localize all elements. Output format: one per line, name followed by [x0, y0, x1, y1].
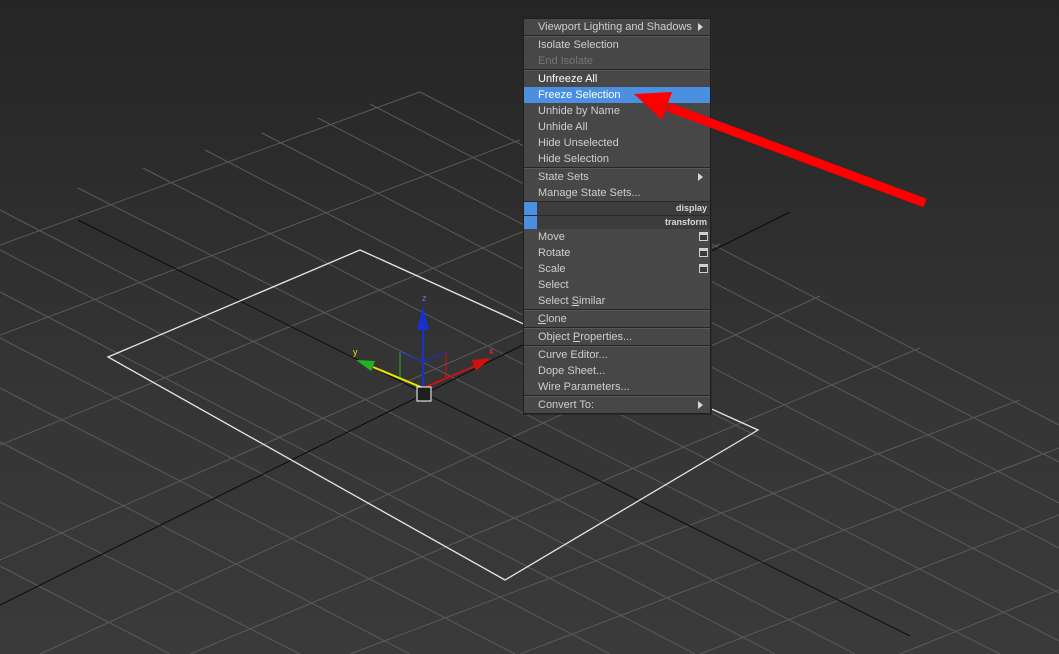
menu-item-scale[interactable]: Scale — [524, 261, 710, 277]
menu-item-curve-editor[interactable]: Curve Editor... — [524, 347, 710, 363]
menu-item-label: Unfreeze All — [538, 73, 598, 85]
menu-item-label: Dope Sheet... — [538, 365, 606, 377]
settings-dialog-icon[interactable] — [699, 232, 708, 241]
menu-item-label: Freeze Selection — [538, 89, 621, 101]
menu-item-label: Hide Selection — [538, 153, 609, 165]
submenu-arrow-icon — [698, 23, 703, 31]
menu-item-dope-sheet[interactable]: Dope Sheet... — [524, 363, 710, 379]
menu-item-move[interactable]: Move — [524, 229, 710, 245]
menu-item-clone[interactable]: Clone — [524, 311, 710, 327]
quad-title-label: display — [675, 203, 707, 213]
menu-item-select-similar[interactable]: Select Similar — [524, 293, 710, 309]
menu-item-label: Rotate — [538, 247, 571, 259]
gizmo-z-label: z — [422, 293, 427, 303]
gizmo-center-box[interactable] — [416, 386, 432, 402]
settings-dialog-icon[interactable] — [699, 264, 708, 273]
menu-item-rotate[interactable]: Rotate — [524, 245, 710, 261]
gizmo-y-arrow[interactable] — [356, 360, 375, 371]
quad-menu: Viewport Lighting and Shadows Isolate Sel… — [523, 18, 711, 414]
menu-item-viewport-lighting-and-shadows[interactable]: Viewport Lighting and Shadows — [524, 19, 710, 35]
menu-item-object-properties[interactable]: Object Properties... — [524, 329, 710, 345]
menu-item-freeze-selection[interactable]: Freeze Selection — [524, 87, 710, 103]
menu-item-hide-selection[interactable]: Hide Selection — [524, 151, 710, 167]
menu-item-label: Isolate Selection — [538, 39, 619, 51]
menu-item-label: Viewport Lighting and Shadows — [538, 21, 692, 33]
menu-item-label: Move — [538, 231, 565, 243]
gizmo-y-label: y — [353, 347, 358, 357]
quad-title-label: transform — [664, 217, 707, 227]
menu-item-unfreeze-all[interactable]: Unfreeze All — [524, 71, 710, 87]
menu-item-select[interactable]: Select — [524, 277, 710, 293]
menu-item-hide-unselected[interactable]: Hide Unselected — [524, 135, 710, 151]
quad-title-display[interactable]: display — [524, 201, 710, 215]
quad-title-transform[interactable]: transform — [524, 215, 710, 229]
menu-item-label: Select — [538, 279, 569, 291]
menu-item-label: Unhide All — [538, 121, 588, 133]
submenu-arrow-icon — [698, 401, 703, 409]
menu-item-label: State Sets — [538, 171, 589, 183]
quad-color-tab — [524, 202, 537, 215]
menu-item-label: Wire Parameters... — [538, 381, 630, 393]
menu-item-label: Select Similar — [538, 295, 606, 307]
menu-item-convert-to[interactable]: Convert To: — [524, 397, 710, 413]
menu-item-label: Scale — [538, 263, 566, 275]
menu-item-label: Curve Editor... — [538, 349, 608, 361]
menu-item-label: Convert To: — [538, 399, 595, 411]
menu-item-unhide-all[interactable]: Unhide All — [524, 119, 710, 135]
transform-gizmo[interactable]: z y x — [353, 293, 494, 402]
menu-item-isolate-selection[interactable]: Isolate Selection — [524, 37, 710, 53]
world-axes — [0, 211, 911, 637]
menu-item-label: Manage State Sets... — [538, 187, 641, 199]
menu-item-wire-parameters[interactable]: Wire Parameters... — [524, 379, 710, 395]
menu-item-label: Hide Unselected — [538, 137, 619, 149]
gizmo-x-label: x — [489, 346, 494, 356]
menu-item-state-sets[interactable]: State Sets — [524, 169, 710, 185]
gizmo-z-arrow[interactable] — [417, 306, 429, 330]
quad-color-tab — [524, 216, 537, 229]
menu-item-end-isolate[interactable]: End Isolate — [524, 53, 710, 69]
menu-item-label: Object Properties... — [538, 331, 633, 343]
menu-item-unhide-by-name[interactable]: Unhide by Name — [524, 103, 710, 119]
settings-dialog-icon[interactable] — [699, 248, 708, 257]
menu-item-label: End Isolate — [538, 55, 594, 67]
submenu-arrow-icon — [698, 173, 703, 181]
menu-item-manage-state-sets[interactable]: Manage State Sets... — [524, 185, 710, 201]
menu-item-label: Clone — [538, 313, 567, 325]
menu-item-label: Unhide by Name — [538, 105, 620, 117]
